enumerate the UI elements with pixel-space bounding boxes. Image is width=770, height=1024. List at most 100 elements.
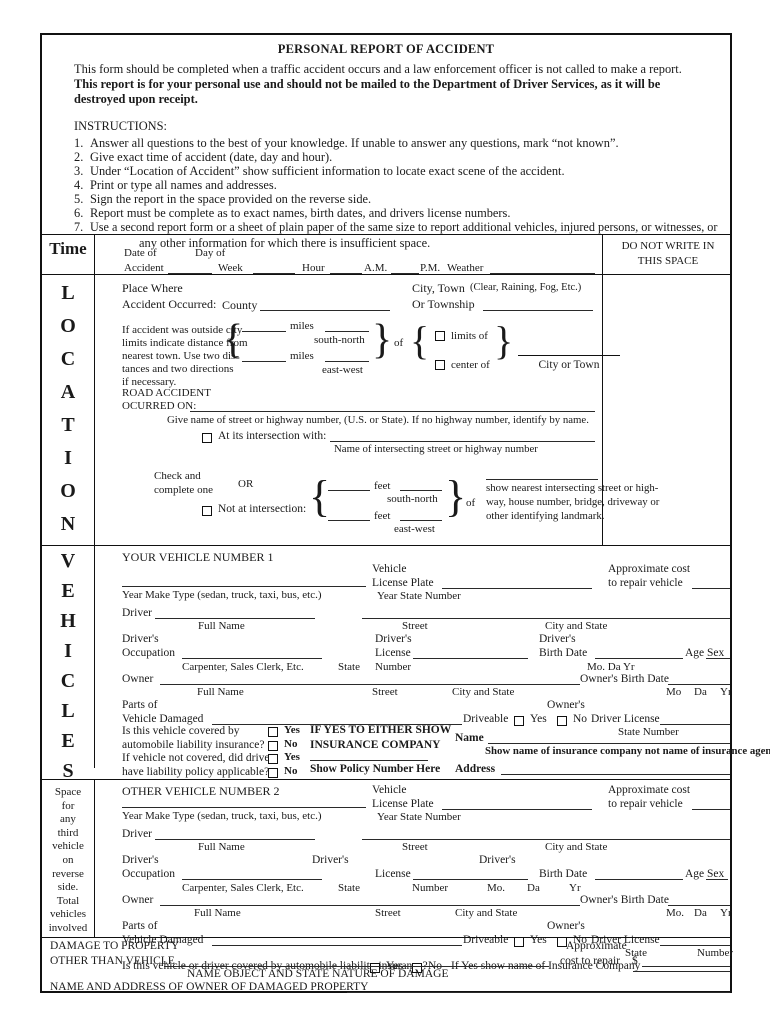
vehicle1-driveable-yes-checkbox[interactable]	[514, 716, 524, 726]
vehicle2-driver-name-input[interactable]	[155, 839, 315, 840]
south-north-label-2: south-north	[387, 493, 438, 505]
vehicle2-state-label: State	[338, 882, 360, 894]
direction-ew-input[interactable]	[325, 361, 369, 362]
vehicle2-driveable-yes-checkbox[interactable]	[514, 937, 524, 947]
vehicle2-owner-street-label: Street	[375, 907, 401, 919]
vehicle1-insurance-name-label: Name	[455, 732, 484, 744]
vehicle1-policy-no-label: No	[284, 765, 298, 777]
page-title: PERSONAL REPORT OF ACCIDENT	[277, 42, 495, 56]
occurred-on-input[interactable]	[190, 411, 595, 412]
vehicle1-repair-cost-input[interactable]	[692, 588, 730, 589]
vehicle2-yr-label: Yr	[569, 882, 581, 894]
vehicle1-year-make-type-input[interactable]	[122, 586, 366, 587]
damage-cost-input[interactable]	[642, 966, 730, 967]
vehicle2-owner-full-name-label: Full Name	[194, 907, 241, 919]
damage-description-input[interactable]	[164, 966, 549, 967]
vehicle1-license-plate-input[interactable]	[442, 588, 592, 589]
vehicle2-repair-cost-input[interactable]	[692, 809, 730, 810]
center-of-checkbox[interactable]	[435, 360, 445, 370]
direction-ns-input[interactable]	[325, 331, 369, 332]
feet-ns-input[interactable]	[328, 490, 370, 491]
do-not-write-line1: DO NOT WRITE IN	[621, 240, 715, 252]
vehicle1-policy-no-checkbox[interactable]	[268, 768, 278, 778]
vehicle1-owner-input[interactable]	[160, 684, 580, 685]
date-of-label: Date of	[124, 247, 157, 259]
vehicle1-sex-input[interactable]	[728, 658, 730, 659]
or-township-input[interactable]	[483, 310, 593, 311]
feet-ew-input[interactable]	[328, 520, 370, 521]
owner-of-damaged-property-input[interactable]	[347, 992, 730, 993]
vehicle2-owner-mo-label: Mo.	[666, 907, 685, 919]
vehicle1-insurance-name-input[interactable]	[488, 743, 730, 744]
vehicle2-driver-address-input[interactable]	[362, 839, 730, 840]
vehicle1-policy-number-input[interactable]	[310, 760, 428, 761]
vehicle1-driver-name-input[interactable]	[155, 618, 315, 619]
vehicle1-approx-cost-label: Approximate cost	[608, 563, 691, 575]
vehicle2-owner-input[interactable]	[160, 905, 580, 906]
vehicle1-state-number-label: State Number	[618, 726, 679, 738]
damage-to-property-line1: DAMAGE TO PROPERTY	[50, 940, 180, 952]
do-not-write-line2: THIS SPACE	[637, 255, 699, 267]
south-north-label-1: south-north	[314, 334, 365, 346]
vehicle1-owner-birth-date-input[interactable]	[668, 684, 730, 685]
landmark-input[interactable]	[486, 479, 598, 480]
feet-label-ns: feet	[374, 480, 391, 492]
east-west-label-2: east-west	[394, 523, 435, 535]
vehicle1-insurance-address-input[interactable]	[501, 774, 730, 775]
intro-paragraph: This form should be completed when a tra…	[74, 62, 702, 107]
vehicle1-license-label: License	[375, 647, 411, 659]
vehicle1-owner-city-state-label: City and State	[452, 686, 515, 698]
give-name-hint: Give name of street or highway number, (…	[167, 414, 589, 426]
miles-ew-input[interactable]	[242, 361, 286, 362]
vehicle2-birth-date-input[interactable]	[595, 879, 683, 880]
vehicle1-insurance-no-checkbox[interactable]	[268, 741, 278, 751]
vehicle2-owner-license-input[interactable]	[660, 945, 730, 946]
vehicle1-city-state-label: City and State	[545, 620, 608, 632]
not-at-intersection-checkbox[interactable]	[202, 506, 212, 516]
vehicle2-sex-label: Sex	[707, 868, 725, 880]
vehicle2-year-make-type-input[interactable]	[122, 807, 366, 808]
vehicle1-insurance-note: Show name of insurance company not name …	[485, 745, 770, 757]
vehicle2-owner-birth-date-input[interactable]	[668, 905, 730, 906]
instruction-2: 2. Give exact time of accident (date, day…	[74, 150, 333, 164]
vehicle1-state-label: State	[338, 661, 360, 673]
vehicle1-driveable-no-checkbox[interactable]	[557, 716, 567, 726]
at-intersection-label: At its intersection with:	[218, 430, 327, 442]
vehicle2-occupation-hint: Carpenter, Sales Clerk, Etc.	[182, 882, 304, 894]
intersecting-street-input[interactable]	[330, 441, 595, 442]
day-of-week-label: Week	[218, 262, 243, 274]
county-input[interactable]	[260, 310, 390, 311]
vehicle1-owner-label: Owner	[122, 673, 154, 685]
city-or-town-input[interactable]	[518, 355, 620, 356]
vehicle1-birth-date-input[interactable]	[595, 658, 683, 659]
vehicle1-driver-address-input[interactable]	[362, 618, 730, 619]
vehicle2-insurance-company-input[interactable]	[633, 971, 730, 972]
vehicle1-full-name-label: Full Name	[198, 620, 245, 632]
vehicle1-to-repair-label: to repair vehicle	[608, 577, 683, 589]
vehicle2-license-number-input[interactable]	[413, 879, 528, 880]
direction-feet-ns-input[interactable]	[400, 490, 442, 491]
instruction-continuation: any other information for which there is…	[139, 236, 431, 250]
vehicle1-license-number-input[interactable]	[413, 658, 528, 659]
limits-of-checkbox[interactable]	[435, 331, 445, 341]
vehicle1-q1-line2: automobile liability insurance?	[122, 739, 265, 751]
vehicle1-policy-yes-checkbox[interactable]	[268, 754, 278, 764]
vehicle2-mo-label: Mo.	[487, 882, 506, 894]
city-town-label: City, Town	[412, 281, 465, 295]
vehicle2-owner-city-state-label: City and State	[455, 907, 518, 919]
vehicle1-occupation-input[interactable]	[182, 658, 322, 659]
vehicle2-damage-input[interactable]	[212, 945, 462, 946]
vehicle1-owner-license-input[interactable]	[660, 724, 730, 725]
vehicle2-license-plate-input[interactable]	[442, 809, 592, 810]
at-intersection-checkbox[interactable]	[202, 433, 212, 443]
vehicle1-insurance-no-label: No	[284, 738, 298, 750]
vehicle1-insurance-address-label: Address	[455, 763, 496, 775]
damage-dollar-sign: $	[632, 955, 638, 967]
vehicle2-occupation-input[interactable]	[182, 879, 322, 880]
vehicle2-license-label: License	[375, 868, 411, 880]
direction-feet-ew-input[interactable]	[400, 520, 442, 521]
vehicle1-insurance-yes-checkbox[interactable]	[268, 727, 278, 737]
miles-ns-input[interactable]	[242, 331, 286, 332]
vehicle1-vehicle-damaged-label: Vehicle Damaged	[122, 713, 204, 725]
vehicle1-driveable-label: Driveable	[463, 713, 509, 725]
